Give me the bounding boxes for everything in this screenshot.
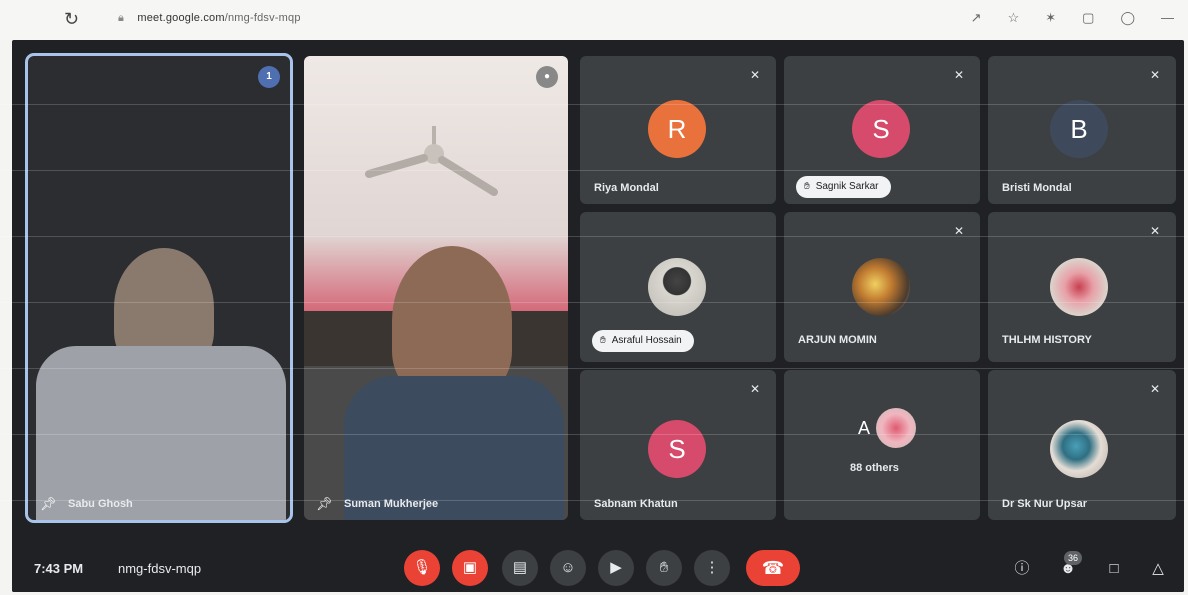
- ceiling-fan-graphic: [365, 126, 498, 196]
- participant-name: Sagnik Sarkar: [815, 181, 879, 192]
- tab-icon[interactable]: ▢: [1082, 10, 1094, 26]
- avatar: [852, 258, 910, 316]
- participant-tile-asraful-hossain[interactable]: ✋︎ Asraful Hossain: [580, 212, 776, 362]
- scanline-artifact: [0, 170, 1188, 171]
- participant-tile-thlhm-history[interactable]: ✕ THLHM HISTORY: [988, 212, 1176, 362]
- meet-window: 1 📌︎ Sabu Ghosh ● 📌︎ Suman Mukherjee ✕ R…: [12, 40, 1184, 592]
- others-count-label: 88 others: [850, 462, 899, 474]
- mic-off-icon: ✕: [1149, 382, 1161, 396]
- hand-icon: ✋︎: [600, 335, 606, 346]
- browser-toolbar: ↻ 🔒︎ meet.google.com/nmg-fdsv-mqp ↗ ☆ ✶ …: [0, 0, 1188, 40]
- present-icon[interactable]: ▶: [598, 550, 634, 586]
- pin-icon[interactable]: 📌︎: [40, 496, 57, 512]
- camera-off-icon[interactable]: ▣: [452, 550, 488, 586]
- mic-off-icon: ✕: [749, 68, 761, 82]
- mic-off-icon: ✕: [1149, 68, 1161, 82]
- pin-icon[interactable]: 📌︎: [316, 496, 333, 512]
- speaking-indicator-icon: 1: [258, 66, 280, 88]
- mic-off-icon: ✕: [953, 68, 965, 82]
- extensions-icon[interactable]: ✶: [1045, 10, 1056, 26]
- meeting-code: nmg-fdsv-mqp: [118, 561, 202, 576]
- mic-off-icon: ✕: [953, 224, 965, 238]
- scanline-artifact: [0, 368, 1188, 369]
- scanline-artifact: [0, 236, 1188, 237]
- avatar: R: [648, 100, 706, 158]
- share-icon[interactable]: ↗: [971, 10, 982, 26]
- avatar: S: [852, 100, 910, 158]
- profile-icon[interactable]: ◯: [1120, 10, 1135, 26]
- participant-video-body: [36, 346, 286, 520]
- more-options-icon[interactable]: ⋮: [694, 550, 730, 586]
- avatar: [876, 408, 916, 448]
- raised-hand-badge: ✋︎ Asraful Hossain: [592, 330, 694, 352]
- info-icon[interactable]: ⓘ: [1010, 557, 1034, 581]
- participant-name: Bristi Mondal: [1002, 182, 1072, 194]
- chat-icon[interactable]: □: [1102, 557, 1126, 581]
- participant-tile-sabu-ghosh[interactable]: 1 📌︎ Sabu Ghosh: [25, 53, 293, 523]
- avatar: [1050, 420, 1108, 478]
- avatar: [648, 258, 706, 316]
- participant-name: THLHM HISTORY: [1002, 334, 1092, 346]
- hand-icon: ✋︎: [804, 181, 810, 192]
- url-path: /nmg-fdsv-mqp: [224, 12, 301, 24]
- scanline-artifact: [0, 434, 1188, 435]
- participant-tile-bristi-mondal[interactable]: ✕ B Bristi Mondal: [988, 56, 1176, 204]
- meeting-control-bar: 7:43 PM nmg-fdsv-mqp 🎙︎ ▣ ▤ ☺ ▶ ✋︎ ⋮ ☎︎ …: [12, 545, 1184, 592]
- people-icon[interactable]: ☻ 36: [1056, 551, 1083, 581]
- star-icon[interactable]: ☆: [1008, 10, 1020, 26]
- raise-hand-icon[interactable]: ✋︎: [646, 550, 682, 586]
- browser-icon-group: ↗ ☆ ✶ ▢ ◯ —: [971, 10, 1174, 26]
- participant-tile-arjun-momin[interactable]: ✕ ARJUN MOMIN: [784, 212, 980, 362]
- participant-tile-sabnam-khatun[interactable]: ✕ S Sabnam Khatun: [580, 370, 776, 520]
- raised-hand-badge: ✋︎ Sagnik Sarkar: [796, 176, 891, 198]
- meeting-time: 7:43 PM: [34, 561, 84, 576]
- avatar: B: [1050, 100, 1108, 158]
- participant-name: Asraful Hossain: [611, 335, 682, 346]
- mic-off-icon: ✕: [1149, 224, 1161, 238]
- address-bar[interactable]: 🔒︎ meet.google.com/nmg-fdsv-mqp: [118, 12, 301, 25]
- participant-name: ARJUN MOMIN: [798, 334, 877, 346]
- mic-off-icon[interactable]: 🎙︎: [404, 550, 440, 586]
- menu-icon[interactable]: —: [1161, 10, 1174, 26]
- participant-tile-sagnik-sarkar[interactable]: ✕ S ✋︎ Sagnik Sarkar: [784, 56, 980, 204]
- scanline-artifact: [0, 104, 1188, 105]
- participant-tile-dr-sk-nur-upsar[interactable]: ✕ Dr Sk Nur Upsar: [988, 370, 1176, 520]
- mic-off-icon: ✕: [749, 382, 761, 396]
- url-host: meet.google.com: [137, 12, 225, 24]
- reload-icon[interactable]: ↻: [64, 9, 79, 30]
- leave-call-icon[interactable]: ☎︎: [746, 550, 800, 586]
- participant-tile-riya-mondal[interactable]: ✕ R Riya Mondal: [580, 56, 776, 204]
- people-count-badge: 36: [1064, 551, 1083, 565]
- participant-tile-suman-mukherjee[interactable]: ● 📌︎ Suman Mukherjee: [304, 56, 568, 520]
- activities-icon[interactable]: △: [1146, 557, 1170, 581]
- avatar: [1050, 258, 1108, 316]
- participant-tile-others[interactable]: A 88 others: [784, 370, 980, 520]
- captions-icon[interactable]: ▤: [502, 550, 538, 586]
- participant-video: [392, 246, 512, 396]
- emoji-icon[interactable]: ☺: [550, 550, 586, 586]
- avatar: S: [648, 420, 706, 478]
- scanline-artifact: [0, 500, 1188, 501]
- more-icon[interactable]: ●: [536, 66, 558, 88]
- scanline-artifact: [0, 302, 1188, 303]
- lock-icon: 🔒︎: [118, 12, 125, 24]
- participant-name: Riya Mondal: [594, 182, 659, 194]
